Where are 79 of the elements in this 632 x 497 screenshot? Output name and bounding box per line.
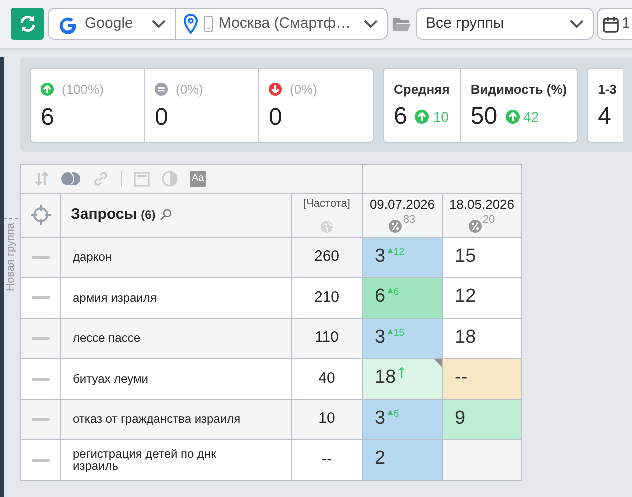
- query-cell-text: битуах леуми: [73, 372, 150, 386]
- visibility-value: 83: [403, 214, 416, 228]
- refresh-button[interactable]: [11, 8, 44, 40]
- query-cell-text: даркон: [73, 251, 114, 264]
- smartphone-icon: [204, 16, 213, 32]
- delta-value: 42: [524, 108, 540, 127]
- toggle-icon[interactable]: [61, 172, 81, 186]
- count-value: 0: [155, 105, 170, 132]
- percent-label: (100%): [62, 80, 104, 99]
- query-count: (6): [141, 207, 156, 224]
- minus-circle-icon: [155, 82, 168, 96]
- position-value: --: [455, 367, 468, 388]
- date-picker[interactable]: 1: [597, 8, 632, 40]
- date-header[interactable]: 09.07.2026: [363, 195, 442, 214]
- chevron-down-icon: [569, 18, 585, 30]
- date-header[interactable]: 18.05.2026: [443, 195, 521, 214]
- up-arrow-icon: [506, 110, 520, 124]
- position-value: 18: [455, 326, 476, 348]
- position-value: 6: [375, 286, 386, 308]
- window-icon[interactable]: [134, 172, 150, 186]
- summary-label: Средняя: [394, 80, 450, 99]
- position-value: 12: [455, 286, 476, 308]
- target-icon[interactable]: [30, 205, 50, 226]
- delta-value: 6: [394, 287, 400, 298]
- refresh-icon: [18, 14, 38, 34]
- region-label: Москва (Смартф…: [218, 14, 351, 34]
- position-value: 9: [455, 408, 466, 429]
- percent-label: (0%): [290, 80, 318, 99]
- calendar-icon: [603, 16, 619, 32]
- summary-label: 1-3: [598, 80, 617, 98]
- search-settings-select[interactable]: Google Москва (Смартф…: [48, 8, 388, 40]
- drag-handle[interactable]: [32, 378, 50, 381]
- group-label: Все группы: [426, 14, 504, 34]
- chevron-down-icon: [150, 18, 167, 30]
- chevron-down-icon: [363, 18, 379, 30]
- sort-icon[interactable]: [35, 172, 49, 186]
- percent-label: (0%): [176, 80, 204, 99]
- folder-icon: [392, 16, 412, 32]
- queries-header: Запросы: [71, 205, 138, 225]
- group-select[interactable]: Все группы: [416, 8, 594, 40]
- percent-icon: [389, 220, 402, 232]
- delta-value: 12: [394, 246, 405, 258]
- up-arrow-icon: [41, 82, 54, 96]
- delta-value: 10: [433, 108, 449, 127]
- summary-label: Видимость (%): [470, 80, 568, 99]
- location-pin-icon: [184, 14, 198, 34]
- search-engine-label: Google: [85, 14, 134, 34]
- drag-handle[interactable]: [32, 336, 50, 340]
- query-cell-text: армия израиля: [73, 292, 158, 304]
- query-cell-text: отказ от гражданства израиля: [73, 413, 242, 426]
- search-icon[interactable]: [160, 209, 172, 222]
- link-icon[interactable]: [93, 171, 109, 187]
- position-value: 3: [375, 246, 386, 266]
- group-label: Новая группа: [4, 223, 18, 292]
- globe-icon: [321, 220, 333, 233]
- position-value: 3: [375, 326, 386, 348]
- down-arrow-icon: [269, 82, 282, 96]
- count-value: 0: [269, 105, 284, 132]
- drag-handle[interactable]: [32, 458, 50, 462]
- delta-value: 15: [394, 328, 405, 339]
- count-value: 6: [41, 105, 56, 132]
- summary-value: 50: [470, 104, 498, 130]
- query-cell-text: лессе пассе: [73, 332, 142, 345]
- drag-handle[interactable]: [32, 256, 50, 259]
- visibility-value: 20: [482, 214, 496, 228]
- query-cell-text: регистрация детей по днк израиль: [73, 448, 218, 473]
- position-value: 2: [375, 448, 386, 470]
- percent-icon: [468, 220, 482, 232]
- summary-value: 4: [598, 104, 612, 130]
- drag-handle[interactable]: [32, 296, 50, 300]
- position-value: 18: [375, 367, 396, 388]
- summary-value: 6: [394, 104, 408, 130]
- date-label: 1: [622, 14, 630, 34]
- position-value: 15: [455, 246, 476, 266]
- delta-value: 6: [394, 408, 400, 420]
- up-arrow-icon: [415, 110, 430, 124]
- drag-handle[interactable]: [32, 418, 50, 422]
- position-value: 3: [375, 408, 386, 429]
- contrast-icon[interactable]: [162, 171, 178, 187]
